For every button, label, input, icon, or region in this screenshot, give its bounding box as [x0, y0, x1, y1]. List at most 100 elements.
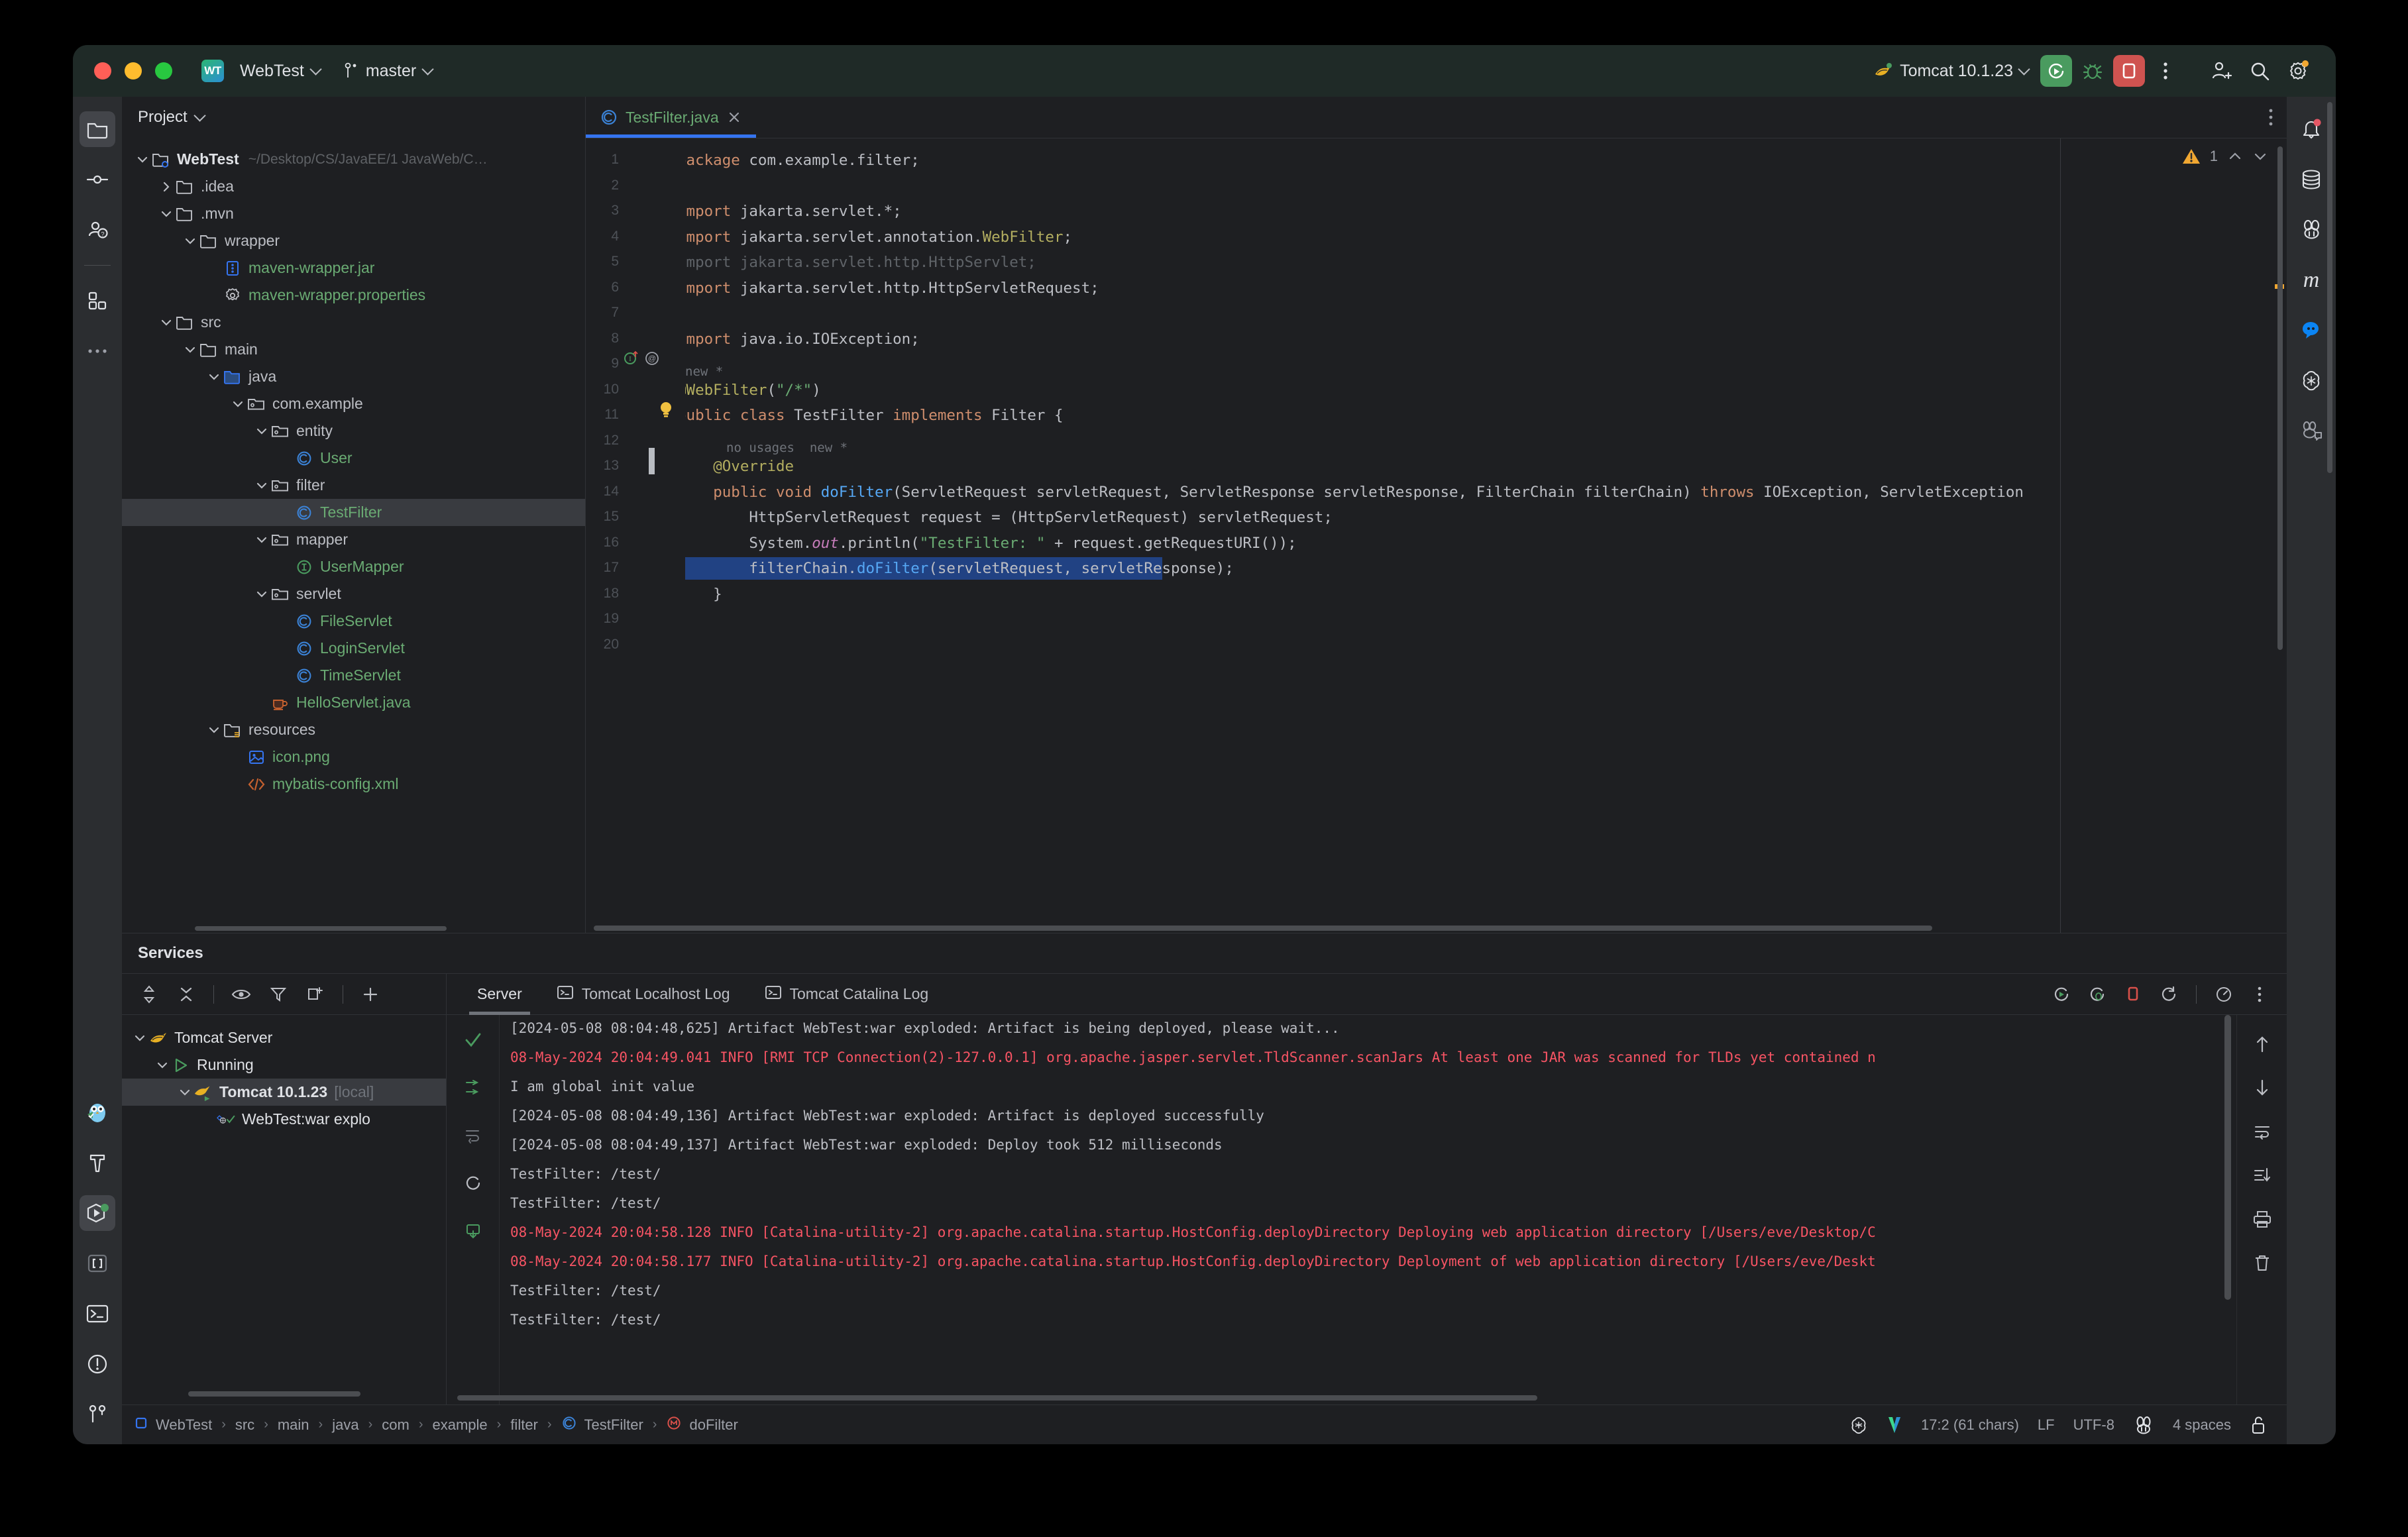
- console-tab-server[interactable]: Server: [460, 974, 539, 1015]
- export-icon[interactable]: [459, 1216, 488, 1246]
- chevron-down-icon[interactable]: [229, 396, 246, 413]
- implemented-method-icon[interactable]: I: [623, 349, 640, 366]
- down-arrow-button[interactable]: [2248, 1073, 2277, 1102]
- tree-item-main[interactable]: main: [122, 336, 585, 363]
- tree-item--idea[interactable]: .idea: [122, 173, 585, 200]
- breadcrumb-item[interactable]: filter: [510, 1416, 538, 1434]
- chevron-up-icon[interactable]: [2227, 148, 2243, 164]
- sidebar-item-notifications[interactable]: [2293, 111, 2329, 147]
- add-service-button[interactable]: [355, 979, 386, 1010]
- sidebar-item-terminal[interactable]: [80, 1296, 115, 1332]
- tree-item-mybatis-config-xml[interactable]: mybatis-config.xml: [122, 770, 585, 798]
- chevron-down-icon[interactable]: [205, 368, 223, 386]
- sidebar-item-project[interactable]: [80, 111, 115, 147]
- tree-item-loginservlet[interactable]: LoginServlet: [122, 635, 585, 662]
- services-item-tomcat-10-1-23[interactable]: Tomcat 10.1.23 [local]: [122, 1079, 446, 1106]
- add-user-button[interactable]: [2203, 54, 2239, 87]
- sidebar-item-openai[interactable]: [2293, 363, 2329, 399]
- tree-item--mvn[interactable]: .mvn: [122, 200, 585, 227]
- editor-code[interactable]: package com.example.filter; import jakart…: [685, 138, 2287, 933]
- console-stop-button[interactable]: [2118, 979, 2148, 1010]
- tree-item-webtest[interactable]: WebTest ~/Desktop/CS/JavaEE/1 JavaWeb/C…: [122, 146, 585, 173]
- services-item-webtest-war-explo[interactable]: WebTest:war explo: [122, 1106, 446, 1133]
- editor-inspection-widget[interactable]: 1: [2182, 148, 2268, 165]
- print-button[interactable]: [2248, 1204, 2277, 1234]
- caret-position[interactable]: 17:2 (61 chars): [1921, 1416, 2019, 1434]
- tree-item-testfilter[interactable]: TestFilter: [122, 499, 585, 526]
- sidebar-item-ai-assistant[interactable]: [2293, 413, 2329, 449]
- sidebar-item-endpoints[interactable]: [80, 1246, 115, 1281]
- up-arrow-button[interactable]: [2248, 1030, 2277, 1059]
- tree-item-user[interactable]: User: [122, 445, 585, 472]
- chevron-down-icon[interactable]: [182, 233, 199, 250]
- chevron-down-icon[interactable]: [134, 151, 151, 168]
- plugin-v-icon[interactable]: [1887, 1415, 1902, 1435]
- tree-item-entity[interactable]: entity: [122, 417, 585, 445]
- console-rerun-button[interactable]: [2046, 979, 2077, 1010]
- sidebar-item-git[interactable]: [80, 1397, 115, 1432]
- tree-item-resources[interactable]: resources: [122, 716, 585, 743]
- sidebar-item-chat[interactable]: [2293, 313, 2329, 348]
- console-tab-tomcat-localhost-log[interactable]: Tomcat Localhost Log: [539, 974, 747, 1015]
- tree-item-wrapper[interactable]: wrapper: [122, 227, 585, 254]
- more-actions-button[interactable]: [2148, 54, 2183, 87]
- close-window-button[interactable]: [94, 62, 111, 80]
- breadcrumb-item[interactable]: example: [432, 1416, 487, 1434]
- sidebar-item-pull-requests[interactable]: ?: [80, 212, 115, 248]
- breadcrumb-item[interactable]: com: [382, 1416, 410, 1434]
- more-vertical-icon[interactable]: [2268, 107, 2273, 127]
- tree-item-java[interactable]: java: [122, 363, 585, 390]
- file-encoding[interactable]: UTF-8: [2073, 1416, 2114, 1434]
- tree-item-maven-wrapper-properties[interactable]: maven-wrapper.properties: [122, 282, 585, 309]
- tree-item-fileservlet[interactable]: FileServlet: [122, 608, 585, 635]
- rerun-circle-icon[interactable]: [459, 1169, 488, 1198]
- sidebar-item-more[interactable]: [80, 333, 115, 369]
- annotation-marker-icon[interactable]: @: [644, 350, 660, 366]
- chevron-down-icon[interactable]: [253, 586, 270, 603]
- branch-selector[interactable]: master: [344, 62, 434, 81]
- project-tree[interactable]: WebTest ~/Desktop/CS/JavaEE/1 JavaWeb/C….…: [122, 138, 585, 924]
- breadcrumb-item[interactable]: java: [332, 1416, 358, 1434]
- scroll-to-end-icon[interactable]: [459, 1073, 488, 1102]
- chevron-down-icon[interactable]: [2252, 148, 2268, 164]
- line-separator[interactable]: LF: [2038, 1416, 2055, 1434]
- chevron-down-icon[interactable]: [253, 477, 270, 494]
- project-panel-header[interactable]: Project: [122, 97, 585, 138]
- services-item-tomcat-server[interactable]: Tomcat Server: [122, 1024, 446, 1051]
- sidebar-item-problems[interactable]: [80, 1346, 115, 1382]
- breadcrumb-item[interactable]: WebTest: [156, 1416, 212, 1434]
- chevron-down-icon[interactable]: [154, 1057, 171, 1074]
- sidebar-item-build[interactable]: [80, 1145, 115, 1181]
- profiler-button[interactable]: [2209, 979, 2239, 1010]
- editor-hscrollbar[interactable]: [586, 922, 2287, 933]
- project-hscrollbar[interactable]: [122, 924, 585, 933]
- openai-icon[interactable]: [1849, 1416, 1868, 1434]
- chevron-down-icon[interactable]: [158, 205, 175, 223]
- stop-button[interactable]: [2113, 55, 2145, 87]
- services-item-running[interactable]: Running: [122, 1051, 446, 1079]
- rabbit-icon[interactable]: [2133, 1416, 2154, 1434]
- tree-item-src[interactable]: src: [122, 309, 585, 336]
- indent-setting[interactable]: 4 spaces: [2173, 1416, 2231, 1434]
- console-restart-button[interactable]: [2154, 979, 2184, 1010]
- soft-wrap-icon[interactable]: [459, 1121, 488, 1150]
- intention-bulb-icon[interactable]: [657, 400, 675, 420]
- open-in-new-window-button[interactable]: [300, 979, 331, 1010]
- tree-item-filter[interactable]: filter: [122, 472, 585, 499]
- scroll-to-end-button[interactable]: [2248, 1161, 2277, 1190]
- breadcrumb-item[interactable]: TestFilter: [584, 1416, 643, 1434]
- chevron-right-icon[interactable]: [158, 178, 175, 195]
- sidebar-item-database[interactable]: [2293, 162, 2329, 197]
- minimize-window-button[interactable]: [125, 62, 142, 80]
- collapse-all-button[interactable]: [171, 979, 201, 1010]
- debug-button[interactable]: [2075, 54, 2110, 87]
- search-everywhere-button[interactable]: [2242, 54, 2277, 87]
- breadcrumb-item[interactable]: main: [278, 1416, 309, 1434]
- chevron-down-icon[interactable]: [131, 1030, 148, 1047]
- console-output[interactable]: [2024-05-08 08:04:48,625] Artifact WebTe…: [500, 1015, 2236, 1404]
- project-selector[interactable]: WT WebTest: [201, 60, 322, 82]
- sidebar-item-maven[interactable]: m: [2293, 262, 2329, 298]
- chevron-down-icon[interactable]: [158, 314, 175, 331]
- soft-wrap-button[interactable]: [2248, 1117, 2277, 1146]
- chevron-down-icon[interactable]: [253, 423, 270, 440]
